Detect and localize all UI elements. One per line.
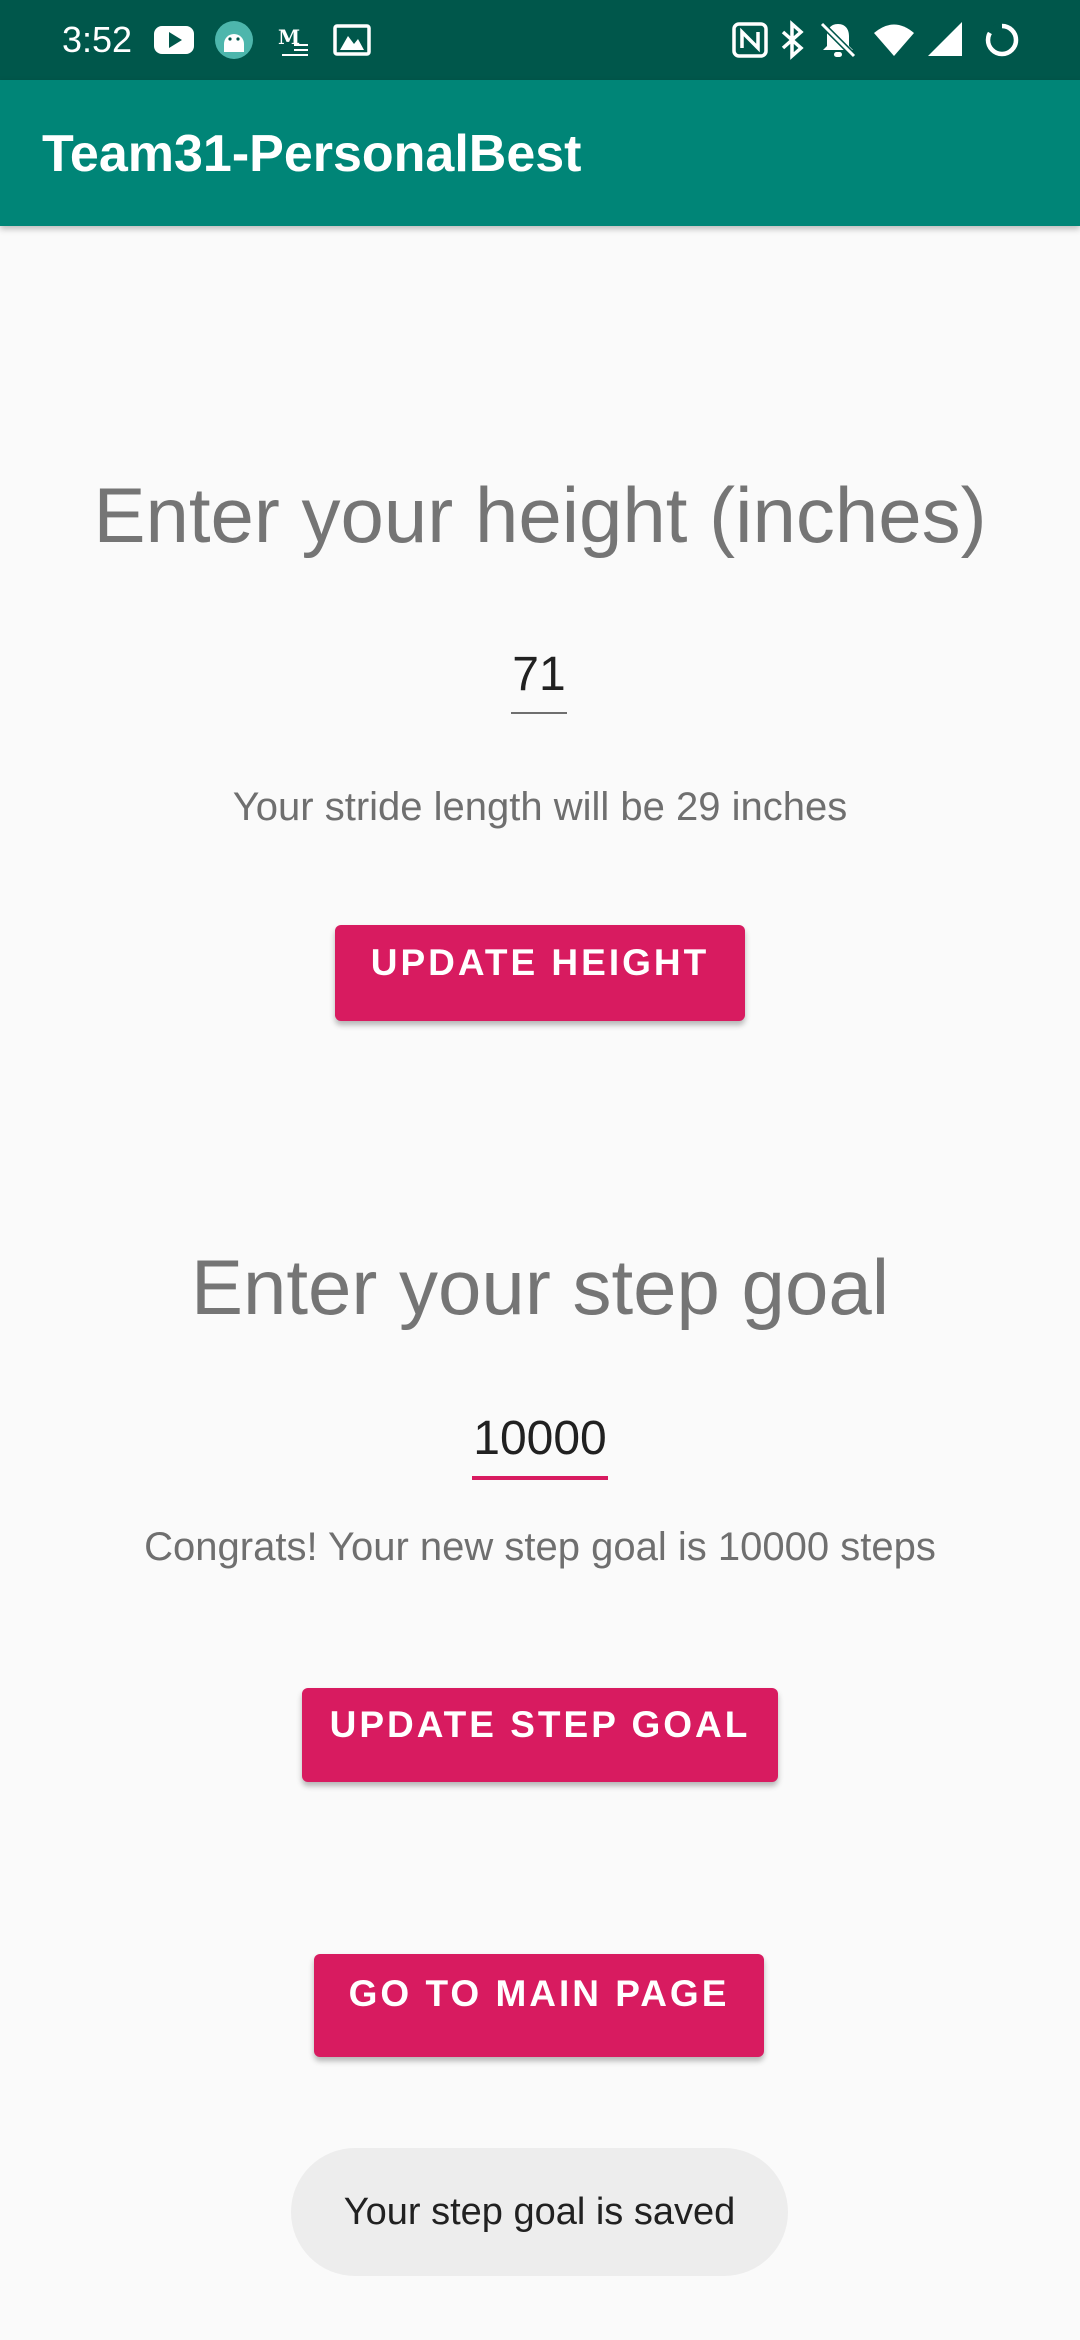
gallery-icon (333, 24, 371, 56)
stride-length-text: Your stride length will be 29 inches (232, 785, 848, 829)
update-height-button[interactable]: UPDATE HEIGHT (335, 925, 745, 1021)
battery-icon (985, 23, 1019, 57)
bluetooth-icon (781, 20, 804, 60)
signal-icon (928, 22, 962, 56)
step-goal-heading: Enter your step goal (190, 1243, 890, 1331)
toast-message: Your step goal is saved (291, 2148, 788, 2276)
go-to-main-page-button[interactable]: GO TO MAIN PAGE (314, 1954, 764, 2057)
gmail-m-icon: M (278, 25, 308, 56)
height-input-underline (511, 712, 567, 714)
nfc-icon (732, 22, 768, 58)
update-step-goal-button[interactable]: UPDATE STEP GOAL (302, 1688, 778, 1782)
status-time: 3:52 (62, 19, 133, 60)
step-goal-confirmation-text: Congrats! Your new step goal is 10000 st… (144, 1525, 936, 1569)
height-input[interactable]: 71 (511, 646, 567, 714)
youtube-icon (154, 26, 194, 54)
height-input-value: 71 (512, 648, 566, 701)
step-goal-input[interactable]: 10000 (472, 1410, 608, 1480)
step-goal-input-value: 10000 (473, 1412, 607, 1465)
notifications-off-icon (819, 21, 857, 59)
app-bar: Team31-PersonalBest (0, 80, 1080, 226)
height-heading: Enter your height (inches) (93, 471, 987, 559)
status-bar: 3:52 M (0, 0, 1080, 80)
app-title: Team31-PersonalBest (42, 125, 582, 183)
android-icon (215, 21, 253, 59)
step-goal-input-underline (472, 1476, 608, 1480)
wifi-icon (874, 24, 914, 56)
